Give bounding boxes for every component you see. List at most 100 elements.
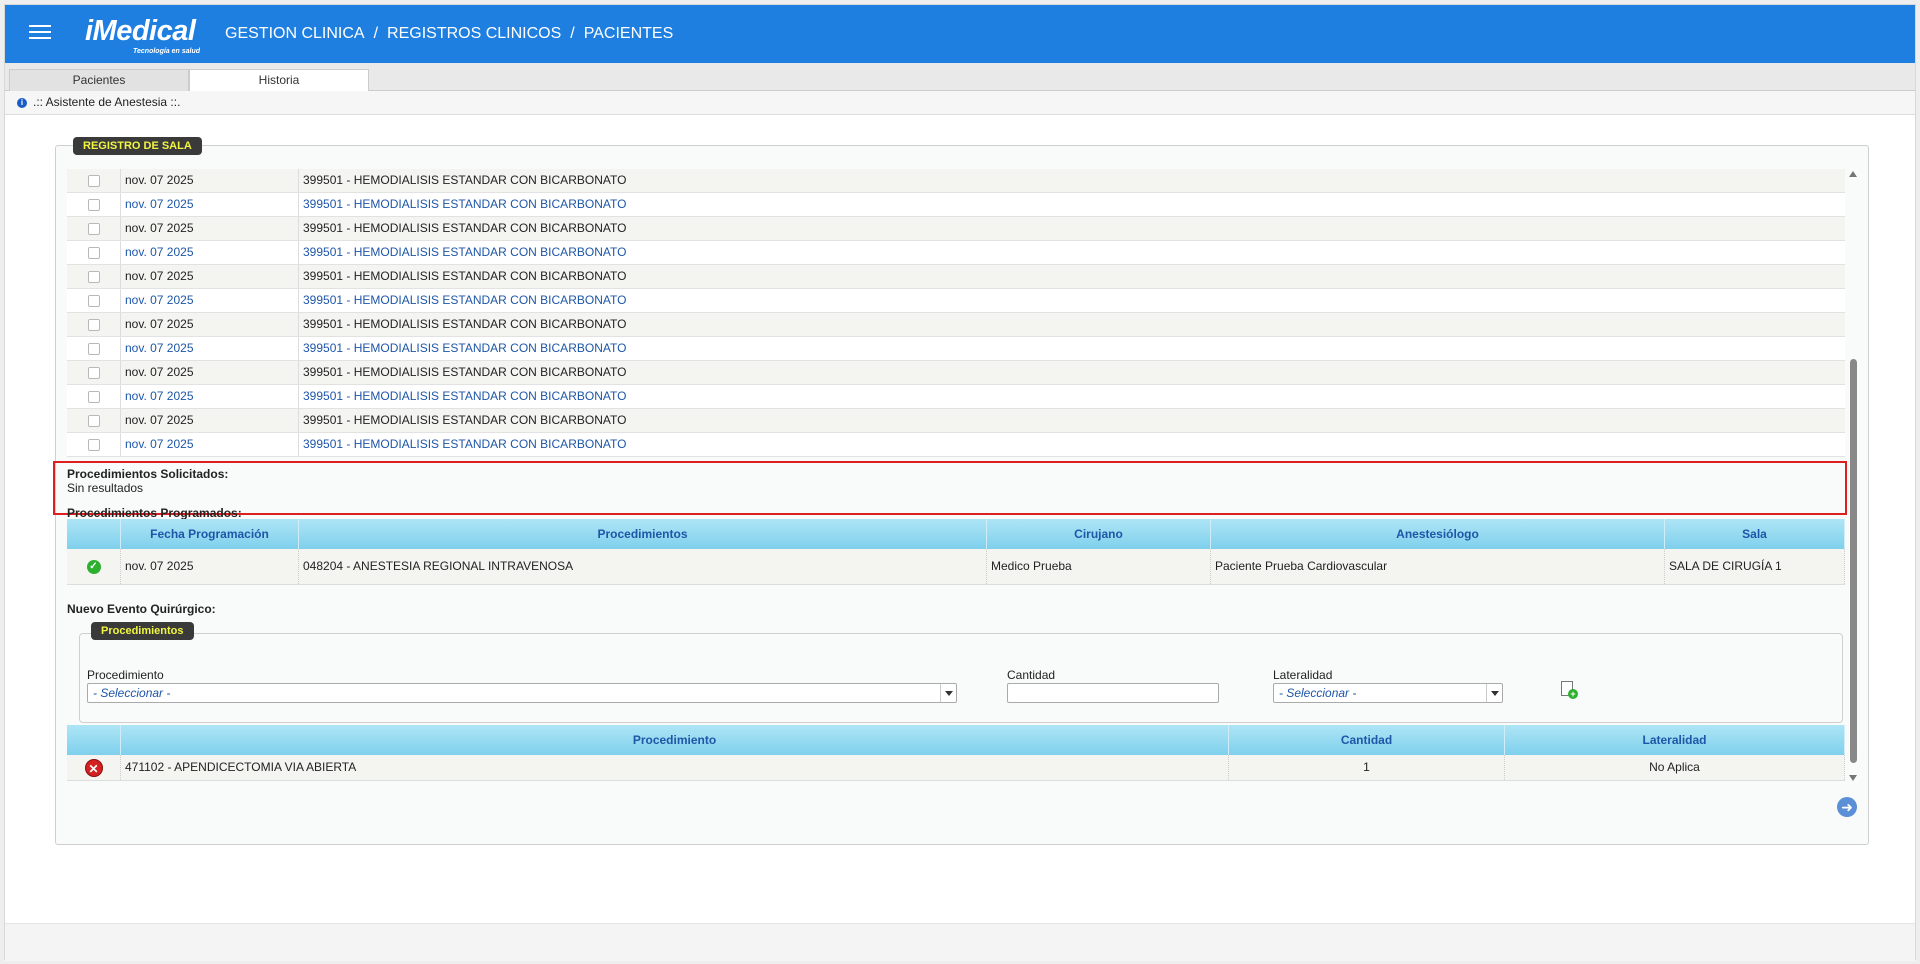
breadcrumb-separator: / [373,25,379,42]
row-checkbox-cell [67,217,121,240]
row-procedure: 399501 - HEMODIALISIS ESTANDAR CON BICAR… [303,365,627,379]
programados-date: nov. 07 2025 [121,549,299,584]
solicitados-highlight [53,461,1847,515]
row-procedure: 399501 - HEMODIALISIS ESTANDAR CON BICAR… [303,221,627,235]
next-arrow-icon[interactable]: ➜ [1837,797,1857,817]
row-checkbox[interactable] [87,270,100,283]
row-date: nov. 07 2025 [121,193,299,216]
registro-sala-legend: REGISTRO DE SALA [73,137,202,155]
breadcrumb-item-registros[interactable]: REGISTROS CLINICOS [387,25,561,43]
programados-procedure: 048204 - ANESTESIA REGIONAL INTRAVENOSA [299,549,987,584]
scroll-down-arrow-icon[interactable] [1849,775,1857,781]
row-checkbox-cell [67,337,121,360]
row-date: nov. 07 2025 [121,361,299,384]
sala-row[interactable]: nov. 07 2025 399501 - HEMODIALISIS ESTAND… [67,217,1845,241]
scroll-thumb[interactable] [1850,359,1857,763]
added-delete-cell[interactable]: ✕ [67,755,121,780]
row-checkbox-cell [67,289,121,312]
tab-pacientes[interactable]: Pacientes [9,69,189,91]
procedimiento-select[interactable]: - Seleccionar - [87,683,957,703]
row-checkbox-cell [67,241,121,264]
sala-row[interactable]: nov. 07 2025 399501 - HEMODIALISIS ESTAND… [67,289,1845,313]
row-procedure: 399501 - HEMODIALISIS ESTANDAR CON BICAR… [303,413,627,427]
added-header-blank [67,725,121,755]
sala-row[interactable]: nov. 07 2025 399501 - HEMODIALISIS ESTAND… [67,313,1845,337]
chevron-down-icon[interactable] [1486,684,1502,702]
row-date: nov. 07 2025 [121,289,299,312]
panel-scrollbar[interactable] [1847,169,1859,783]
row-checkbox[interactable] [87,174,100,187]
sala-row[interactable]: nov. 07 2025 399501 - HEMODIALISIS ESTAND… [67,169,1845,193]
row-checkbox-cell [67,313,121,336]
row-date: nov. 07 2025 [121,217,299,240]
added-procedure: 471102 - APENDICECTOMIA VIA ABIERTA [121,755,1229,780]
breadcrumb-separator: / [570,25,575,42]
added-header-lateralidad: Lateralidad [1505,725,1845,755]
added-row: ✕ 471102 - APENDICECTOMIA VIA ABIERTA 1 … [67,755,1845,781]
row-checkbox[interactable] [87,366,100,379]
programados-room: SALA DE CIRUGÍA 1 [1665,549,1845,584]
sala-row[interactable]: nov. 07 2025 399501 - HEMODIALISIS ESTAND… [67,241,1845,265]
row-checkbox[interactable] [87,390,100,403]
assistant-title-bar: i .:: Asistente de Anestesia ::. [5,91,1915,115]
breadcrumb-item-gestion[interactable]: GESTION CLINICA [225,25,365,43]
row-date: nov. 07 2025 [121,409,299,432]
scroll-up-arrow-icon[interactable] [1849,171,1857,177]
row-checkbox[interactable] [87,294,100,307]
added-header-procedimiento: Procedimiento [121,725,1229,755]
programados-label: Procedimientos Programados: [67,506,242,520]
tab-bar: Pacientes Historia [5,63,1915,91]
plus-icon: + [1568,689,1578,699]
programados-anesthesiologist: Paciente Prueba Cardiovascular [1211,549,1665,584]
row-checkbox[interactable] [87,222,100,235]
row-checkbox[interactable] [87,246,100,259]
sala-row[interactable]: nov. 07 2025 399501 - HEMODIALISIS ESTAND… [67,409,1845,433]
programados-header-anestesiologo: Anestesiólogo [1211,519,1665,549]
row-procedure: 399501 - HEMODIALISIS ESTANDAR CON BICAR… [303,317,627,331]
added-header: Procedimiento Cantidad Lateralidad [67,725,1845,755]
breadcrumb-item-pacientes[interactable]: PACIENTES [584,25,674,43]
chevron-down-icon[interactable] [940,684,956,702]
programados-row: ✓ nov. 07 2025 048204 - ANESTESIA REGION… [67,549,1845,585]
sala-row[interactable]: nov. 07 2025 399501 - HEMODIALISIS ESTAND… [67,193,1845,217]
tab-historia[interactable]: Historia [189,69,369,91]
app-window: iMedical Tecnología en salud GESTION CLI… [4,4,1916,961]
row-date: nov. 07 2025 [121,169,299,192]
sala-row[interactable]: nov. 07 2025 399501 - HEMODIALISIS ESTAND… [67,433,1845,457]
programados-header-fecha: Fecha Programación [121,519,299,549]
row-procedure: 399501 - HEMODIALISIS ESTANDAR CON BICAR… [303,269,627,283]
nuevo-evento-label: Nuevo Evento Quirúrgico: [67,602,216,616]
row-checkbox-cell [67,385,121,408]
programados-header-cirujano: Cirujano [987,519,1211,549]
cantidad-input[interactable] [1007,683,1219,703]
row-procedure: 399501 - HEMODIALISIS ESTANDAR CON BICAR… [303,197,627,211]
sala-row[interactable]: nov. 07 2025 399501 - HEMODIALISIS ESTAND… [67,265,1845,289]
row-date: nov. 07 2025 [121,241,299,264]
add-procedure-icon[interactable]: + [1561,681,1578,699]
sala-row[interactable]: nov. 07 2025 399501 - HEMODIALISIS ESTAND… [67,361,1845,385]
lateralidad-select[interactable]: - Seleccionar - [1273,683,1503,703]
row-checkbox[interactable] [87,342,100,355]
row-checkbox[interactable] [87,438,100,451]
sala-row[interactable]: nov. 07 2025 399501 - HEMODIALISIS ESTAND… [67,385,1845,409]
programados-header-procedimientos: Procedimientos [299,519,987,549]
delete-icon[interactable]: ✕ [84,758,103,777]
row-checkbox-cell [67,433,121,456]
row-checkbox[interactable] [87,198,100,211]
cantidad-label: Cantidad [1007,668,1056,682]
programados-header-blank [67,519,121,549]
sala-rows-list: nov. 07 2025 399501 - HEMODIALISIS ESTAND… [67,169,1845,457]
programados-header: Fecha Programación Procedimientos Ciruja… [67,519,1845,549]
hamburger-menu-icon[interactable] [29,25,51,43]
footer-bar [5,923,1915,961]
sala-row[interactable]: nov. 07 2025 399501 - HEMODIALISIS ESTAND… [67,337,1845,361]
programados-surgeon: Medico Prueba [987,549,1211,584]
row-date: nov. 07 2025 [121,337,299,360]
row-checkbox-cell [67,169,121,192]
procedimientos-form-panel [79,633,1843,723]
row-checkbox[interactable] [87,414,100,427]
row-checkbox[interactable] [87,318,100,331]
logo-tagline: Tecnología en salud [133,48,201,55]
logo-text: iMedical [85,15,196,47]
check-ok-icon: ✓ [86,559,101,574]
